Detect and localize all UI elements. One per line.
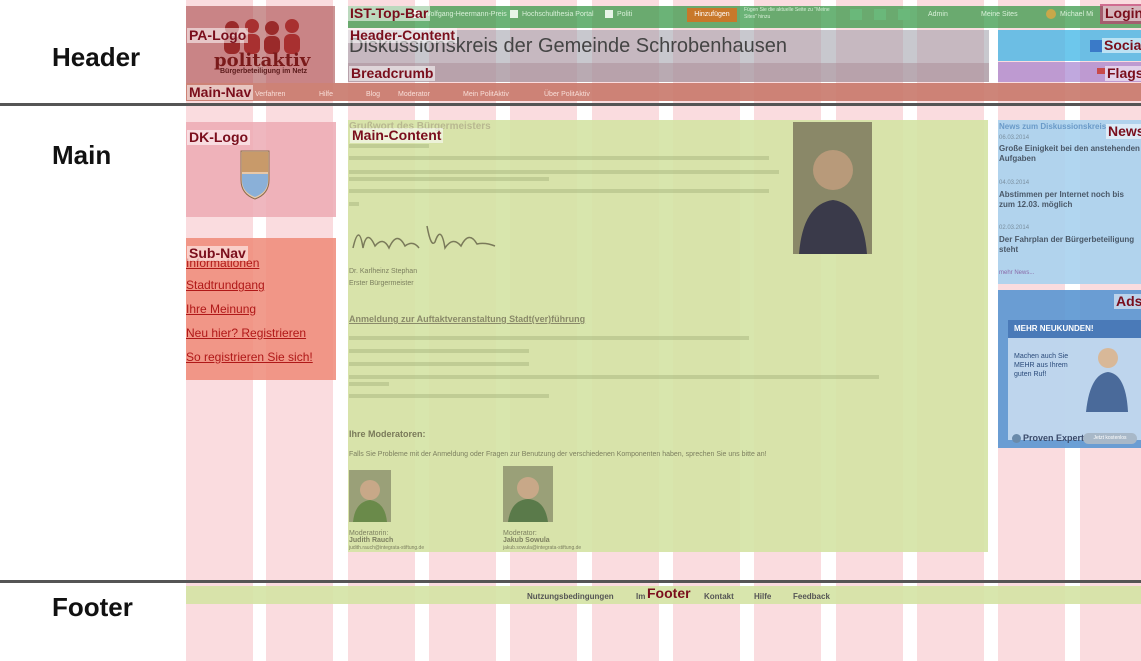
section-label-header: Header	[52, 42, 141, 72]
news-title[interactable]: Große Einigkeit bei den anstehenden Aufg…	[999, 144, 1141, 164]
news-title[interactable]: Der Fahrplan der Bürgerbeteiligung steht	[999, 235, 1141, 255]
moderator-role: Moderator:	[503, 530, 537, 537]
moderators-intro: Falls Sie Probleme mit der Anmeldung ode…	[349, 451, 767, 458]
text-line	[349, 362, 529, 366]
text-line	[349, 170, 779, 174]
text-line	[349, 394, 549, 398]
flag-icon[interactable]	[1097, 68, 1105, 74]
signature-role: Erster Bürgermeister	[349, 280, 414, 287]
nav-item-ueber-politaktiv[interactable]: Über PolitAktiv	[544, 91, 590, 98]
header-main-divider	[0, 103, 1141, 106]
user-menu[interactable]: Michael Mi	[1060, 11, 1093, 18]
main-nav-tag: Main-Nav	[187, 84, 254, 100]
ad-person-icon	[1086, 348, 1128, 412]
ad-cta-button[interactable]: Jetzt kostenlos	[1083, 433, 1137, 444]
ad-headline: MEHR NEUKUNDEN!	[1014, 324, 1094, 333]
badge-icon	[1012, 434, 1021, 443]
wireframe-stage: politaktiv Bürgerbeteiligung im Netz PA-…	[0, 0, 1141, 661]
ads-tag: Ads	[1114, 294, 1141, 309]
news-date: 04.03.2014	[999, 180, 1030, 186]
moderator-name: Jakub Sowula	[503, 537, 550, 544]
my-sites-menu[interactable]: Meine Sites	[981, 11, 1018, 18]
nav-item-verfahren[interactable]: Verfahren	[255, 91, 285, 98]
text-line	[349, 144, 429, 148]
ad-body: Machen auch Sie MEHR aus Ihrem guten Ruf…	[1014, 353, 1069, 378]
moderator-photo	[503, 466, 553, 522]
breadcrumb-tag: Breadcrumb	[349, 65, 436, 81]
footer-link-hilfe[interactable]: Hilfe	[754, 592, 771, 601]
nav-item-mein-politaktiv[interactable]: Mein PolitAktiv	[463, 91, 509, 98]
topbar-link[interactable]: Wolfgang-Heermann-Preis	[424, 11, 507, 18]
login-tag: Login	[1103, 6, 1141, 21]
dk-logo-tag: DK-Logo	[187, 129, 251, 145]
text-line	[349, 375, 879, 379]
person-icon	[508, 477, 548, 522]
avatar[interactable]	[1046, 9, 1056, 19]
person-icon	[799, 150, 867, 254]
news-title[interactable]: Abstimmen per Internet noch bis zum 12.0…	[999, 190, 1141, 210]
nav-item-moderator[interactable]: Moderator	[398, 91, 430, 98]
news-header: News zum Diskussionskreis	[999, 122, 1107, 131]
text-line	[349, 177, 549, 181]
text-line	[349, 349, 529, 353]
facebook-icon[interactable]	[1090, 40, 1102, 52]
footer-tag: Footer	[647, 585, 691, 601]
breadcrumb-region	[348, 63, 989, 82]
registration-heading[interactable]: Anmeldung zur Auftaktveranstaltung Stadt…	[349, 314, 585, 324]
site-icon	[605, 10, 613, 18]
topbar-link[interactable]: Hochschulthesia Portal	[522, 11, 594, 18]
moderator-role: Moderatorin:	[349, 530, 389, 537]
main-footer-divider	[0, 580, 1141, 583]
text-line	[349, 336, 749, 340]
person-icon	[353, 480, 387, 522]
section-label-footer: Footer	[52, 592, 133, 622]
text-line	[349, 189, 769, 193]
signature-name: Dr. Karlheinz Stephan	[349, 268, 418, 275]
flags-tag: Flags	[1105, 66, 1141, 81]
pa-logo-tag: PA-Logo	[187, 27, 249, 43]
site-icon	[510, 10, 518, 18]
moderator-photo	[349, 470, 391, 522]
moderator-name: Judith Rauch	[349, 537, 394, 544]
sub-nav-tag: Sub-Nav	[187, 245, 248, 261]
sub-nav-item-so-registrieren[interactable]: So registrieren Sie sich!	[186, 350, 313, 364]
text-line	[349, 156, 769, 160]
header-content-tag: Header-Content	[348, 27, 458, 43]
news-more-link[interactable]: mehr News...	[999, 270, 1034, 276]
section-label-main: Main	[52, 140, 112, 170]
footer-link-nutzungsbedingungen[interactable]: Nutzungsbedingungen	[527, 592, 614, 601]
logo-subtitle: Bürgerbeteiligung im Netz	[220, 68, 308, 75]
moderators-heading: Ihre Moderatoren:	[349, 429, 426, 439]
pa-logo-region: politaktiv Bürgerbeteiligung im Netz	[186, 6, 335, 83]
social-tag: Social	[1102, 38, 1141, 53]
add-hint: Fügen Sie die aktuelle Seite zu "Meine S…	[744, 7, 830, 20]
text-line	[349, 382, 389, 386]
text-line	[349, 202, 359, 206]
news-date: 02.03.2014	[999, 225, 1030, 231]
sub-nav-item-ihre-meinung[interactable]: Ihre Meinung	[186, 302, 256, 316]
add-button[interactable]: Hinzufügen	[687, 8, 737, 22]
mayor-photo	[793, 122, 872, 254]
ist-top-bar-tag: IST-Top-Bar	[348, 5, 431, 21]
nav-item-hilfe[interactable]: Hilfe	[319, 91, 333, 98]
footer-link-impressum[interactable]: Im	[636, 592, 645, 601]
news-date: 06.03.2014	[999, 135, 1030, 141]
admin-menu[interactable]: Admin	[928, 11, 948, 18]
news-tag: News	[1106, 124, 1141, 139]
edit-icon[interactable]	[850, 9, 862, 20]
coat-of-arms-icon	[240, 150, 270, 200]
nav-item-blog[interactable]: Blog	[366, 91, 380, 98]
monitor-icon[interactable]	[874, 9, 886, 20]
ad-brand: Proven Expert	[1023, 433, 1085, 443]
footer-link-feedback[interactable]: Feedback	[793, 592, 830, 601]
footer-link-kontakt[interactable]: Kontakt	[704, 592, 734, 601]
signature-image	[352, 225, 496, 250]
sub-nav-item-registrieren[interactable]: Neu hier? Registrieren	[186, 326, 306, 340]
main-content-tag: Main-Content	[350, 127, 444, 143]
moderator-email[interactable]: judith.rauch@integrata-stiftung.de	[349, 545, 424, 551]
moderator-email[interactable]: jakub.sowula@integrata-stiftung.de	[503, 545, 581, 551]
sub-nav-item-stadtrundgang[interactable]: Stadtrundgang	[186, 278, 265, 292]
plus-icon[interactable]	[898, 9, 910, 20]
topbar-link[interactable]: Politi	[617, 11, 632, 18]
